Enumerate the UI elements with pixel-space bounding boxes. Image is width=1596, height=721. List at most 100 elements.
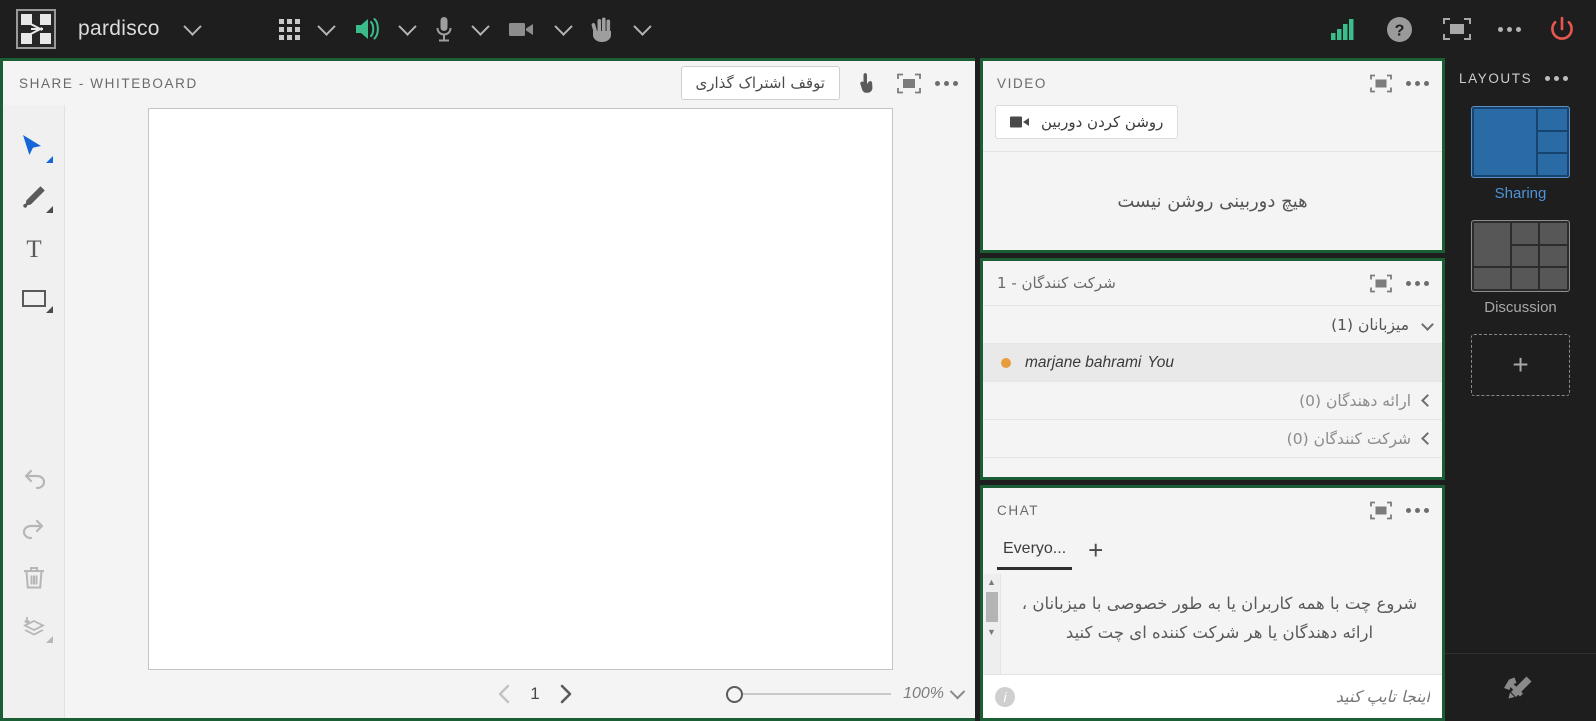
speaker-group bbox=[347, 12, 428, 46]
right-column: VIDEO روشن کردن دوربین هیچ دوربینی روشن … bbox=[975, 58, 1445, 721]
scrollbar-thumb[interactable] bbox=[985, 592, 998, 622]
participant-you-label: You bbox=[1147, 353, 1175, 371]
microphone-icon[interactable] bbox=[428, 11, 460, 47]
rectangle-tool[interactable] bbox=[11, 273, 57, 323]
whiteboard-footer: 1 100% bbox=[65, 670, 975, 718]
camera-button-row: روشن کردن دوربین bbox=[983, 105, 1442, 151]
turn-on-camera-label: روشن کردن دوربین bbox=[1041, 113, 1164, 131]
zoom-slider-track[interactable] bbox=[743, 693, 892, 695]
chevron-right-icon bbox=[1421, 394, 1434, 407]
layout-thumbnail-discussion[interactable] bbox=[1471, 220, 1570, 292]
whiteboard-tools: T bbox=[3, 105, 65, 718]
app-menu-chevron-down-icon[interactable] bbox=[172, 16, 213, 42]
participants-group-hosts[interactable]: میزبانان (1) bbox=[983, 305, 1442, 343]
speaker-icon[interactable] bbox=[347, 12, 387, 46]
stop-sharing-button[interactable]: توقف اشتراک گذاری bbox=[680, 66, 840, 100]
redo-tool[interactable] bbox=[11, 503, 57, 553]
camera-chevron-down-icon[interactable] bbox=[543, 16, 584, 42]
layouts-more-options-icon[interactable] bbox=[1542, 70, 1571, 87]
zoom-slider-handle[interactable] bbox=[726, 685, 744, 703]
raise-hand-group bbox=[584, 11, 663, 47]
next-page-button[interactable] bbox=[552, 679, 580, 709]
video-panel-title: VIDEO bbox=[997, 75, 1048, 91]
chat-empty-message: شروع چت با همه کاربران یا به طور خصوصی ب… bbox=[1021, 594, 1418, 642]
grid-apps-icon[interactable] bbox=[273, 15, 306, 44]
scroll-down-arrow-icon[interactable]: ▼ bbox=[987, 624, 996, 640]
status-dot-icon bbox=[1001, 357, 1011, 368]
chat-input-row: i bbox=[983, 674, 1442, 718]
pardisco-logo-icon bbox=[16, 9, 56, 49]
tools-settings-icon[interactable] bbox=[1499, 667, 1543, 709]
add-chat-tab-button[interactable]: + bbox=[1080, 537, 1111, 569]
presenters-group-label: ارائه دهندگان (0) bbox=[1299, 391, 1411, 410]
layouts-sidebar: LAYOUTS Sharing Discussion + bbox=[1445, 58, 1596, 721]
whiteboard-canvas[interactable] bbox=[147, 108, 893, 670]
chat-panel: CHAT Everyo... + ▲ ▼ شروع چت با همه کارب… bbox=[980, 485, 1445, 721]
hand-chevron-down-icon[interactable] bbox=[622, 16, 663, 42]
participants-fullscreen-icon[interactable] bbox=[1365, 269, 1397, 298]
zoom-control: 100% bbox=[726, 683, 966, 703]
participants-more-options-icon[interactable] bbox=[1403, 275, 1432, 292]
app-title: pardisco bbox=[78, 17, 160, 40]
whiteboard-panel: SHARE - WHITEBOARD توقف اشتراک گذاری T 1… bbox=[0, 58, 975, 721]
microphone-chevron-down-icon[interactable] bbox=[460, 16, 501, 42]
video-panel-header: VIDEO bbox=[983, 61, 1442, 105]
chat-info-icon[interactable]: i bbox=[995, 686, 1015, 707]
meeting-app-window: pardisco ? SHARE - WHITEBOARD توقف اشترا… bbox=[0, 0, 1596, 721]
chat-tabs: Everyo... + bbox=[983, 532, 1442, 574]
chat-more-options-icon[interactable] bbox=[1403, 502, 1432, 519]
video-fullscreen-icon[interactable] bbox=[1365, 69, 1397, 98]
add-layout-button[interactable]: + bbox=[1471, 334, 1570, 396]
camera-icon[interactable] bbox=[501, 15, 543, 43]
layout-label-sharing[interactable]: Sharing bbox=[1495, 185, 1547, 202]
delete-tool[interactable] bbox=[11, 553, 57, 603]
video-more-options-icon[interactable] bbox=[1403, 75, 1432, 92]
participants-list: میزبانان (1) marjane bahrami You ارائه د… bbox=[983, 305, 1442, 477]
text-tool[interactable]: T bbox=[11, 223, 57, 273]
connection-signal-icon[interactable] bbox=[1324, 13, 1362, 45]
chat-fullscreen-icon[interactable] bbox=[1365, 496, 1397, 525]
scroll-up-arrow-icon[interactable]: ▲ bbox=[987, 574, 996, 590]
layout-thumbnail-sharing[interactable] bbox=[1471, 106, 1570, 178]
participant-row-self[interactable]: marjane bahrami You bbox=[983, 343, 1442, 381]
whiteboard-title: SHARE - WHITEBOARD bbox=[19, 75, 198, 91]
chat-scrollbar[interactable]: ▲ ▼ bbox=[983, 574, 1001, 674]
more-options-icon[interactable] bbox=[1495, 21, 1524, 38]
zoom-chevron-down-icon[interactable] bbox=[949, 683, 966, 699]
whiteboard-more-options-icon[interactable] bbox=[932, 75, 961, 92]
pointer-hand-icon[interactable] bbox=[854, 66, 886, 100]
previous-page-button[interactable] bbox=[490, 679, 518, 709]
fullscreen-icon[interactable] bbox=[1437, 13, 1477, 45]
svg-text:?: ? bbox=[1395, 22, 1405, 39]
whiteboard-main: T 1 100% bbox=[3, 105, 975, 718]
raise-hand-icon[interactable] bbox=[584, 11, 622, 47]
no-camera-message: هیچ دوربینی روشن نیست bbox=[1117, 190, 1308, 212]
pencil-tool[interactable] bbox=[11, 173, 57, 223]
layouts-body: Sharing Discussion + bbox=[1445, 98, 1596, 396]
participants-panel-title: شرکت کنندگان - 1 bbox=[997, 274, 1116, 292]
chevron-down-icon bbox=[1421, 318, 1434, 331]
grid-chevron-down-icon[interactable] bbox=[306, 16, 347, 42]
apps-grid-group bbox=[273, 15, 347, 44]
participants-group-presenters[interactable]: ارائه دهندگان (0) bbox=[983, 381, 1442, 419]
turn-on-camera-button[interactable]: روشن کردن دوربین bbox=[995, 105, 1179, 139]
chat-message-input[interactable] bbox=[1025, 687, 1430, 706]
power-leave-icon[interactable] bbox=[1542, 11, 1582, 47]
chat-tab-everyone[interactable]: Everyo... bbox=[997, 536, 1073, 570]
help-icon[interactable]: ? bbox=[1380, 12, 1419, 47]
cursor-tool[interactable] bbox=[11, 123, 57, 173]
layers-tool[interactable] bbox=[11, 603, 57, 653]
undo-tool[interactable] bbox=[11, 453, 57, 503]
top-toolbar: pardisco ? bbox=[0, 0, 1596, 58]
attendees-group-label: شرکت کنندگان (0) bbox=[1286, 429, 1411, 448]
participants-panel: شرکت کنندگان - 1 میزبانان (1) marjane ba… bbox=[980, 258, 1445, 480]
chevron-right-icon bbox=[1421, 432, 1434, 445]
participants-panel-header: شرکت کنندگان - 1 bbox=[983, 261, 1442, 305]
whiteboard-fullscreen-icon[interactable] bbox=[892, 68, 926, 99]
speaker-chevron-down-icon[interactable] bbox=[387, 16, 428, 42]
participants-group-attendees[interactable]: شرکت کنندگان (0) bbox=[983, 419, 1442, 457]
whiteboard-canvas-area: 1 100% bbox=[65, 105, 975, 718]
hosts-group-label: میزبانان (1) bbox=[1331, 315, 1409, 334]
chat-body: ▲ ▼ شروع چت با همه کاربران یا به طور خصو… bbox=[983, 574, 1442, 674]
layout-label-discussion[interactable]: Discussion bbox=[1484, 299, 1557, 316]
